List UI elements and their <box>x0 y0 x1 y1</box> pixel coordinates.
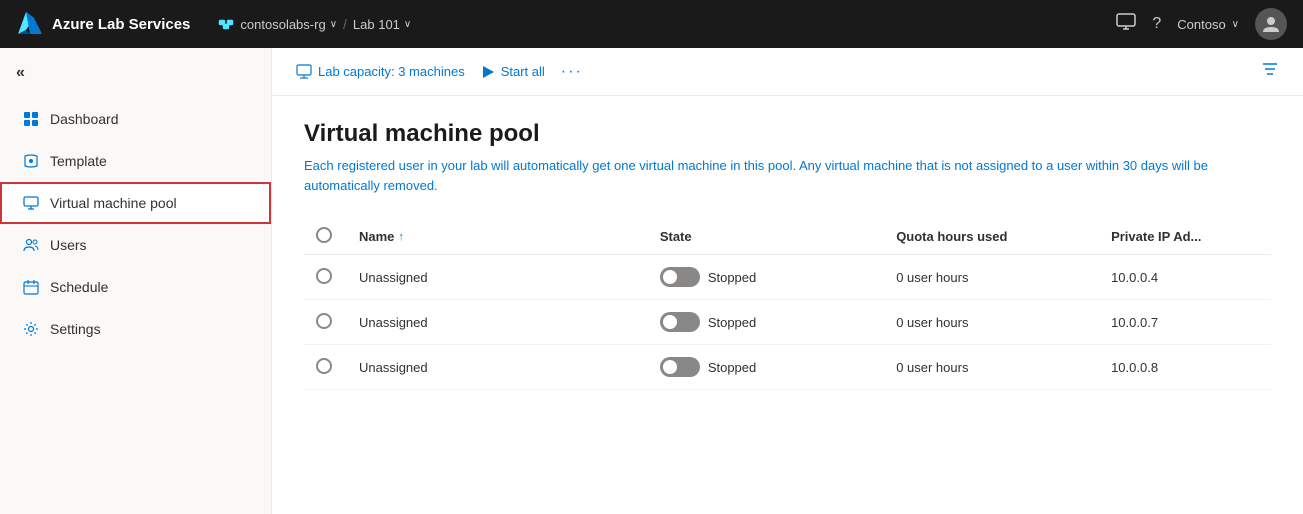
sidebar-item-schedule[interactable]: Schedule <box>0 266 271 308</box>
row-quota-0: 0 user hours <box>884 255 1099 300</box>
row-name-1: Unassigned <box>347 300 648 345</box>
user-menu[interactable]: Contoso ∨ <box>1177 17 1239 32</box>
row-ip-1: 10.0.0.7 <box>1099 300 1271 345</box>
more-icon: ··· <box>561 63 583 81</box>
topnav-actions: ? Contoso ∨ <box>1116 8 1287 40</box>
sidebar-item-settings[interactable]: Settings <box>0 308 271 350</box>
table-row: Unassigned Stopped 0 user hours 10.0.0.7 <box>304 300 1271 345</box>
breadcrumb-rg[interactable]: contosolabs-rg ∨ <box>240 17 337 32</box>
sidebar-item-dashboard-label: Dashboard <box>50 111 119 127</box>
play-icon <box>481 65 495 79</box>
main-layout: « Dashboard Template <box>0 48 1303 514</box>
users-icon <box>22 236 40 254</box>
sidebar: « Dashboard Template <box>0 48 272 514</box>
sidebar-collapse-button[interactable]: « <box>0 56 271 90</box>
sidebar-item-vm-pool[interactable]: Virtual machine pool <box>0 182 271 224</box>
row-state-0: Stopped <box>648 255 884 300</box>
dashboard-icon <box>22 110 40 128</box>
avatar[interactable] <box>1255 8 1287 40</box>
chevron-down-icon-2: ∨ <box>404 19 411 30</box>
monitor-small-icon <box>296 64 312 80</box>
state-label-1: Stopped <box>708 315 756 330</box>
content-area: Lab capacity: 3 machines Start all ··· <box>272 48 1303 514</box>
table-row: Unassigned Stopped 0 user hours 10.0.0.8 <box>304 345 1271 390</box>
row-radio-2[interactable] <box>316 358 332 374</box>
breadcrumb-lab[interactable]: Lab 101 ∨ <box>353 17 411 32</box>
lab-capacity-label: Lab capacity: 3 machines <box>318 64 465 79</box>
sidebar-item-dashboard[interactable]: Dashboard <box>0 98 271 140</box>
sidebar-item-template-label: Template <box>50 153 107 169</box>
vm-toggle-2[interactable] <box>660 357 700 377</box>
vm-pool-icon <box>22 194 40 212</box>
azure-logo-icon <box>16 10 44 38</box>
monitor-icon[interactable] <box>1116 12 1136 37</box>
template-icon <box>22 152 40 170</box>
help-icon[interactable]: ? <box>1152 15 1161 33</box>
col-header-name: Name ↑ <box>347 219 648 255</box>
more-options-button[interactable]: ··· <box>561 63 583 81</box>
row-quota-2: 0 user hours <box>884 345 1099 390</box>
col-header-quota: Quota hours used <box>884 219 1099 255</box>
row-check-2 <box>304 345 347 390</box>
sort-asc-icon: ↑ <box>398 231 404 243</box>
vm-table: Name ↑ State Quota hours used Private IP… <box>304 219 1271 390</box>
col-header-check <box>304 219 347 255</box>
breadcrumb-separator: / <box>343 16 347 32</box>
state-label-2: Stopped <box>708 360 756 375</box>
sidebar-item-template[interactable]: Template <box>0 140 271 182</box>
row-state-2: Stopped <box>648 345 884 390</box>
breadcrumb: contosolabs-rg ∨ / Lab 101 ∨ <box>218 16 411 32</box>
row-state-1: Stopped <box>648 300 884 345</box>
sidebar-item-schedule-label: Schedule <box>50 279 108 295</box>
user-chevron-icon: ∨ <box>1232 19 1239 30</box>
user-label: Contoso <box>1177 17 1225 32</box>
sidebar-item-vm-pool-label: Virtual machine pool <box>50 195 177 211</box>
lab-capacity-item[interactable]: Lab capacity: 3 machines <box>296 64 465 80</box>
row-ip-0: 10.0.0.4 <box>1099 255 1271 300</box>
page-title: Virtual machine pool <box>304 120 1271 148</box>
vm-toggle-1[interactable] <box>660 312 700 332</box>
logo: Azure Lab Services <box>16 10 190 38</box>
row-radio-1[interactable] <box>316 313 332 329</box>
resource-group-icon <box>218 16 234 32</box>
toolbar: Lab capacity: 3 machines Start all ··· <box>272 48 1303 96</box>
schedule-icon <box>22 278 40 296</box>
filter-button[interactable] <box>1261 60 1279 83</box>
row-ip-2: 10.0.0.8 <box>1099 345 1271 390</box>
settings-icon <box>22 320 40 338</box>
row-quota-1: 0 user hours <box>884 300 1099 345</box>
topnav: Azure Lab Services contosolabs-rg ∨ / La… <box>0 0 1303 48</box>
col-header-state: State <box>648 219 884 255</box>
start-all-label: Start all <box>501 64 545 79</box>
chevron-down-icon: ∨ <box>330 19 337 30</box>
row-check-1 <box>304 300 347 345</box>
select-all-radio[interactable] <box>316 227 332 243</box>
col-header-ip: Private IP Ad... <box>1099 219 1271 255</box>
table-row: Unassigned Stopped 0 user hours 10.0.0.4 <box>304 255 1271 300</box>
vm-toggle-0[interactable] <box>660 267 700 287</box>
brand-label: Azure Lab Services <box>52 16 190 33</box>
row-name-2: Unassigned <box>347 345 648 390</box>
page-content: Virtual machine pool Each registered use… <box>272 96 1303 514</box>
filter-icon <box>1261 60 1279 78</box>
state-label-0: Stopped <box>708 270 756 285</box>
page-description: Each registered user in your lab will au… <box>304 156 1264 195</box>
row-name-0: Unassigned <box>347 255 648 300</box>
row-radio-0[interactable] <box>316 268 332 284</box>
start-all-button[interactable]: Start all <box>481 64 545 79</box>
sidebar-item-settings-label: Settings <box>50 321 101 337</box>
sidebar-item-users[interactable]: Users <box>0 224 271 266</box>
row-check-0 <box>304 255 347 300</box>
collapse-icon: « <box>16 64 25 82</box>
sidebar-item-users-label: Users <box>50 237 87 253</box>
